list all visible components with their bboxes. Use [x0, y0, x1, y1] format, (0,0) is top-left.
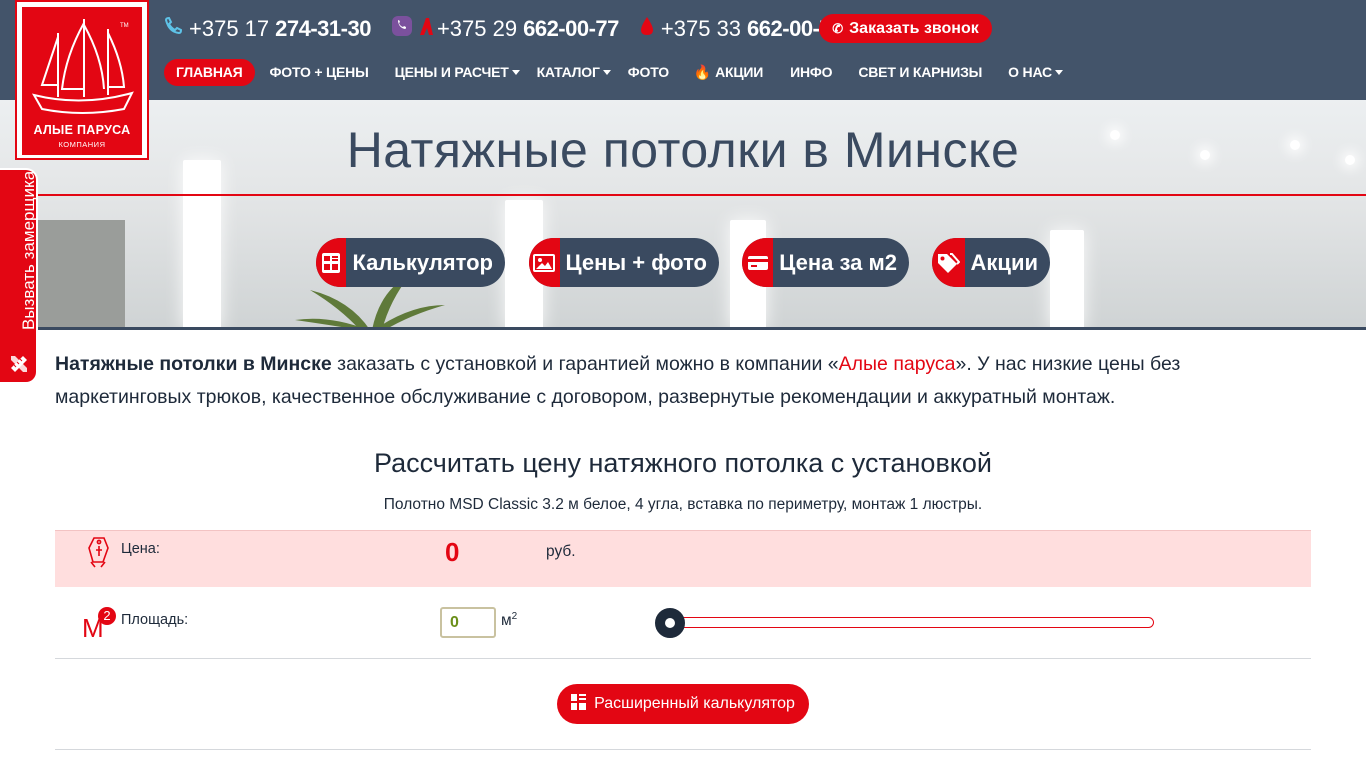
intro-text-1: заказать с установкой и гарантией можно … — [331, 353, 839, 375]
area-unit-text: м — [501, 612, 512, 630]
phone-number: 274-31-30 — [275, 16, 371, 41]
area-slider-handle[interactable] — [655, 608, 685, 638]
section-divider — [55, 749, 1311, 750]
page-title: Натяжные потолки в Минске — [346, 122, 1020, 178]
nav-item-light-cornices[interactable]: СВЕТ И КАРНИЗЫ — [845, 59, 995, 86]
price-tag-icon — [87, 534, 111, 573]
nav-label: ФОТО — [627, 63, 669, 80]
phone-prefix: +375 33 — [660, 16, 742, 41]
price-per-m2-button-label: Цена за м2 — [779, 249, 897, 275]
ship-logo-icon: TM — [31, 19, 134, 114]
logo-subtitle: КОМПАНИЯ — [58, 140, 106, 149]
calculator-button-label: Калькулятор — [352, 249, 493, 275]
calculator-icon — [571, 694, 587, 714]
nav-item-catalog[interactable]: КАТАЛОГ — [533, 59, 624, 86]
nav-label: ГЛАВНАЯ — [176, 63, 243, 80]
phone-mobile-a1[interactable]: +375 29 662-00-77 — [391, 15, 619, 43]
mts-drop-icon — [639, 15, 655, 43]
hero-divider — [0, 194, 1366, 196]
main-nav: ГЛАВНАЯ ФОТО + ЦЕНЫ ЦЕНЫ И РАСЧЕТ КАТАЛО… — [164, 58, 1076, 86]
nav-label: О НАС — [1008, 63, 1052, 80]
square-meter-badge: 2 — [98, 607, 116, 625]
phone-landline[interactable]: +375 17 274-31-30 — [163, 16, 371, 42]
nav-item-prices-calc[interactable]: ЦЕНЫ И РАСЧЕТ — [382, 59, 533, 86]
intro-bold: Натяжные потолки в Минске — [55, 353, 332, 375]
nav-label: ИНФО — [790, 63, 833, 80]
nav-label: СВЕТ И КАРНИЗЫ — [858, 63, 983, 80]
nav-item-photo[interactable]: ФОТО — [624, 59, 682, 86]
tags-icon — [932, 238, 965, 287]
phone-number: 662-00-77 — [523, 16, 619, 41]
advanced-calculator-button[interactable]: Расширенный калькулятор — [557, 684, 809, 724]
promotions-button-label: Акции — [970, 249, 1038, 275]
prices-photo-button-label: Цены + фото — [565, 249, 708, 275]
intro-paragraph: Натяжные потолки в Минске заказать с уст… — [55, 348, 1315, 414]
logo-trademark: TM — [120, 23, 129, 29]
area-label: Площадь: — [121, 612, 189, 628]
a1-operator-icon — [419, 16, 435, 42]
ruler-pencil-icon — [9, 354, 29, 379]
square-meter-icon: M 2 — [82, 607, 118, 643]
nav-item-about[interactable]: О НАС — [995, 59, 1076, 86]
phone-list: +375 17 274-31-30 +375 29 662-00-77 +375… — [163, 14, 843, 44]
nav-item-promo[interactable]: 🔥 АКЦИИ — [682, 59, 776, 86]
hero-bottom-border — [0, 327, 1366, 330]
logo-name: АЛЫЕ ПАРУСА — [33, 123, 131, 137]
prices-photo-button[interactable]: Цены + фото — [529, 238, 719, 287]
phone-mobile-mts[interactable]: +375 33 662-00-77 — [639, 15, 843, 43]
area-slider-track[interactable] — [663, 617, 1154, 628]
phone-prefix: +375 29 — [436, 16, 518, 41]
nav-label: КАТАЛОГ — [536, 63, 600, 80]
price-unit: руб. — [546, 543, 576, 560]
price-row: Цена: 0 руб. — [55, 530, 1311, 587]
brand-link[interactable]: Алые паруса — [839, 353, 956, 375]
hero-lamp — [1050, 230, 1084, 330]
page: TM АЛЫЕ ПАРУСА КОМПАНИЯ +375 17 274-31-3… — [0, 0, 1366, 768]
chevron-down-icon — [602, 70, 611, 76]
viber-icon — [391, 15, 413, 43]
callback-label: Заказать звонок — [849, 19, 979, 37]
callback-button[interactable]: ✆ Заказать звонок — [819, 14, 992, 43]
calculator-button[interactable]: Калькулятор — [316, 238, 505, 287]
nav-item-home[interactable]: ГЛАВНАЯ — [164, 58, 255, 86]
chevron-down-icon — [1054, 70, 1063, 76]
landline-phone-icon — [163, 16, 183, 42]
hero-lamp — [183, 160, 221, 330]
call-measurer-label: Вызвать замерщика — [19, 170, 38, 330]
chevron-down-icon — [511, 70, 520, 76]
price-per-m2-button[interactable]: Цена за м2 — [742, 238, 909, 287]
logo-mark: TM АЛЫЕ ПАРУСА КОМПАНИЯ — [22, 7, 142, 155]
area-row: M 2 Площадь: 0 м2 — [55, 587, 1311, 659]
area-unit-sup: 2 — [511, 611, 518, 622]
nav-item-photo-prices[interactable]: ФОТО + ЦЕНЫ — [257, 59, 382, 86]
fire-icon: 🔥 — [693, 63, 712, 80]
price-value: 0 — [445, 537, 460, 567]
phone-callback-icon: ✆ — [832, 20, 844, 36]
calculator-subtitle: Полотно MSD Classic 3.2 м белое, 4 угла,… — [383, 496, 983, 513]
hero-banner: Натяжные потолки в Минске Калькулятор Це… — [0, 100, 1366, 330]
advanced-calculator-label: Расширенный калькулятор — [594, 695, 795, 712]
price-label: Цена: — [121, 541, 160, 557]
call-measurer-tab[interactable]: Вызвать замерщика — [0, 168, 38, 384]
calculator-title: Рассчитать цену натяжного потолка с уста… — [373, 448, 993, 478]
nav-label: АКЦИИ — [715, 63, 764, 80]
nav-label: ФОТО + ЦЕНЫ — [269, 63, 369, 80]
area-input[interactable]: 0 — [440, 607, 496, 638]
nav-item-info[interactable]: ИНФО — [776, 59, 845, 86]
nav-label: ЦЕНЫ И РАСЧЕТ — [394, 63, 509, 80]
promotions-button[interactable]: Акции — [932, 238, 1050, 287]
logo[interactable]: TM АЛЫЕ ПАРУСА КОМПАНИЯ — [15, 0, 149, 160]
area-unit: м2 — [501, 611, 517, 630]
phone-prefix: +375 17 — [189, 16, 270, 41]
